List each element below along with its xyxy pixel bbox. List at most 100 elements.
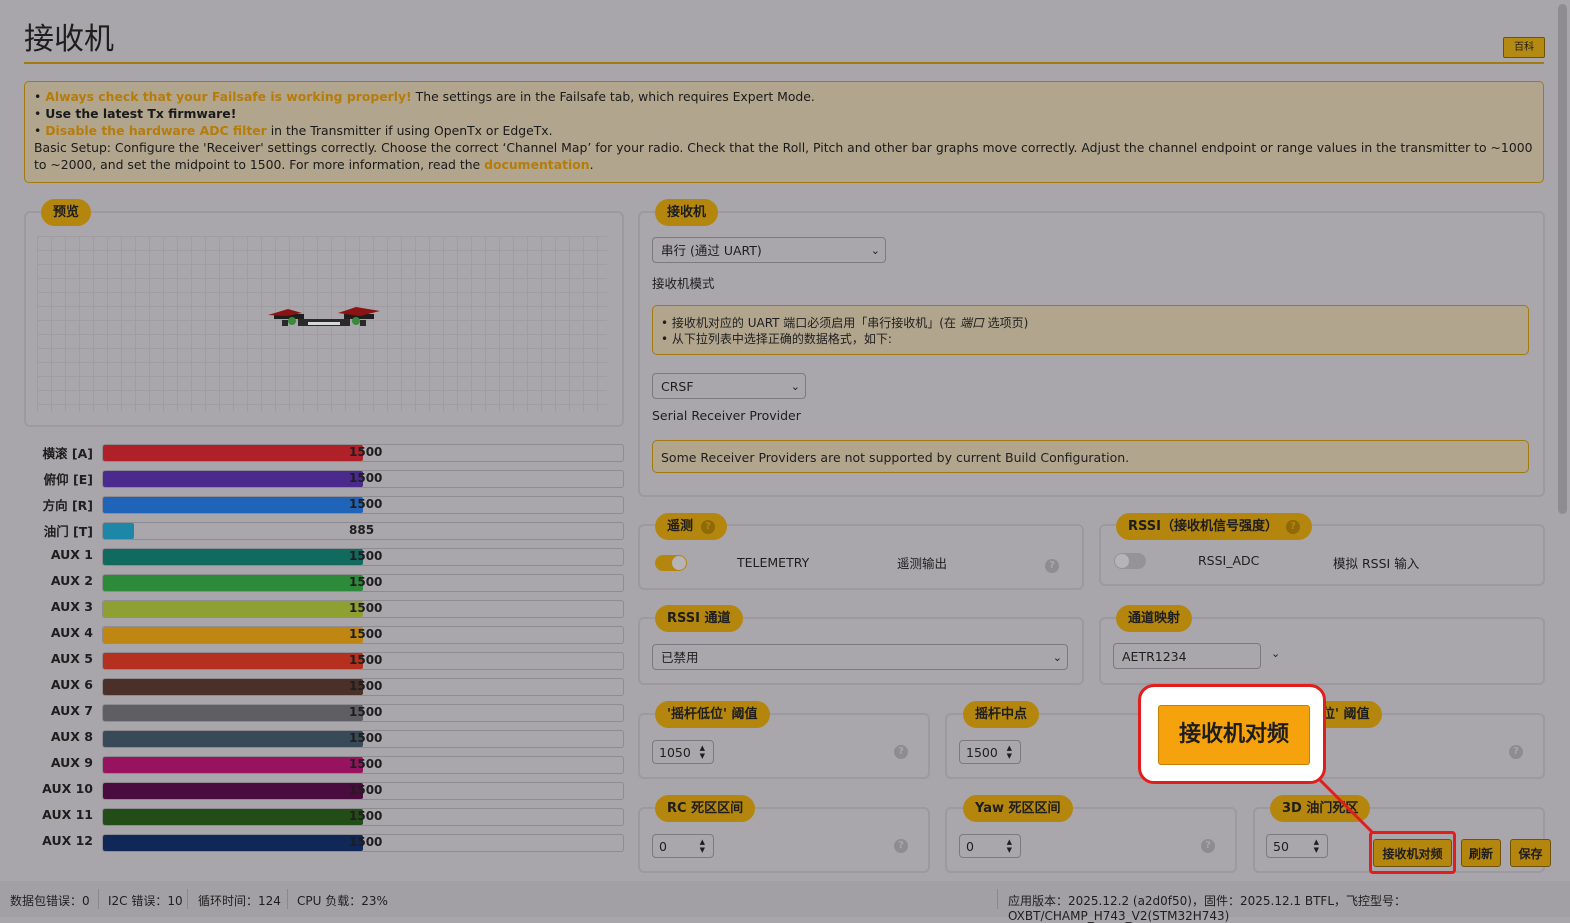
tx-firmware-note: Use the latest Tx firmware! [45,106,237,121]
channel-bar-fill [103,653,363,669]
title-divider [24,62,1544,64]
adc-filter-note: in the Transmitter if using OpenTx or Ed… [266,123,553,138]
help-icon[interactable]: ? [1201,839,1215,853]
chevron-down-icon: ⌄ [1052,651,1062,664]
uart-note-line1: • 接收机对应的 UART 端口必须启用「串行接收机」(在 [661,316,960,330]
rssi-channel-value: 已禁用 [661,650,699,665]
channel-value: 1500 [349,679,383,693]
receiver-mode-select[interactable]: 串行 (通过 UART) ⌄ [652,237,886,263]
channel-map-dropdown-icon[interactable]: ⌄ [1271,647,1280,660]
status-divider [187,889,188,909]
receiver-mode-value: 串行 (通过 UART) [661,243,762,258]
rssi-tag-label: RSSI（接收机信号强度） [1128,519,1278,534]
failsafe-warning: Always check that your Failsafe is worki… [45,89,412,104]
stick-center-input[interactable]: 1500 ▲ ▼ [959,740,1021,764]
uart-note-line2: • 从下拉列表中选择正确的数据格式，如下: [661,332,892,346]
toggle-knob [672,556,686,570]
stepper-arrows-icon[interactable]: ▲ ▼ [1007,838,1012,854]
i2c-error-status: I2C 错误：10 [108,894,183,908]
stick-low-input[interactable]: 1050 ▲ ▼ [652,740,714,764]
notice-tail: . [589,157,594,172]
channel-label: AUX 6 [50,677,93,692]
channel-bar-fill [103,679,363,695]
channel-label: AUX 3 [50,599,93,614]
channel-bar-fill [103,575,363,591]
stepper-arrows-icon[interactable]: ▲ ▼ [700,838,705,854]
bind-callout-button[interactable]: 接收机对频 [1158,705,1310,765]
channel-bar-fill [103,497,363,513]
stick-center-value: 1500 [966,745,998,760]
stepper-arrows-icon[interactable]: ▲ ▼ [700,744,705,760]
receiver-mode-label: 接收机模式 [652,276,715,291]
serial-provider-value: CRSF [661,379,694,394]
quadcopter-model [268,307,380,326]
failsafe-note: The settings are in the Failsafe tab, wh… [411,89,815,104]
yaw-deadband-input[interactable]: 0 ▲ ▼ [959,834,1021,858]
help-icon[interactable]: ? [1045,559,1059,573]
stepper-arrows-icon[interactable]: ▲ ▼ [1007,744,1012,760]
page-scrollbar[interactable] [1555,0,1570,880]
channel-value: 1500 [349,497,383,511]
serial-provider-label: Serial Receiver Provider [652,408,801,423]
channel-label: AUX 8 [50,729,93,744]
status-bar: 数据包错误：0 I2C 错误：10 循环时间：124 CPU 负载：23% 应用… [0,881,1570,923]
rssi-desc: 模拟 RSSI 输入 [1333,556,1420,571]
channel-value: 1500 [349,757,383,771]
channel-bar-fill [103,809,363,825]
channel-value: 1500 [349,731,383,745]
adc-filter-link[interactable]: Disable the hardware ADC filter [45,123,267,138]
info-notice: • Always check that your Failsafe is wor… [24,81,1544,183]
channel-label: AUX 10 [42,781,93,796]
rssi-channel-select[interactable]: 已禁用 ⌄ [652,644,1068,670]
chevron-down-icon: ⌄ [790,380,800,393]
rc-deadband-input[interactable]: 0 ▲ ▼ [652,834,714,858]
help-icon[interactable]: ? [701,520,716,534]
status-divider [98,889,99,909]
basic-setup-text: Basic Setup: Configure the 'Receiver' se… [34,140,1533,172]
preview-tag: 预览 [41,199,92,226]
help-icon[interactable]: ? [1286,520,1300,534]
channel-value: 1500 [349,653,383,667]
help-icon[interactable]: ? [1509,745,1523,759]
channel-map-tag: 通道映射 [1116,605,1193,632]
channel-bar-fill [103,835,363,851]
stick-low-tag: '摇杆低位' 阈值 [655,701,770,728]
status-divider [287,889,288,909]
telemetry-toggle[interactable] [655,555,687,571]
version-info: 应用版本：2025.12.2 (a2d0f50)，固件：2025.12.1 BT… [1008,894,1407,923]
channel-bar-fill [103,757,363,773]
channel-value: 885 [349,523,375,537]
telemetry-tag: 遥测? [655,513,728,540]
telemetry-desc: 遥测输出 [897,556,948,571]
channel-label: AUX 5 [50,651,93,666]
telemetry-tag-label: 遥测 [667,519,694,534]
save-button[interactable]: 保存 [1510,839,1551,867]
channel-label: 俯仰 [E] [43,472,93,487]
page-title: 接收机 [24,22,114,57]
status-divider [997,889,998,909]
channel-label: AUX 9 [50,755,93,770]
help-icon[interactable]: ? [894,839,908,853]
rssi-adc-toggle[interactable] [1114,553,1146,569]
throttle-deadband-value: 50 [1273,839,1289,854]
documentation-link[interactable]: documentation [484,157,589,172]
rc-deadband-value: 0 [659,839,667,854]
channel-bar-fill [103,549,363,565]
channel-value: 1500 [349,575,383,589]
cpu-load-status: CPU 负载：23% [297,894,388,908]
channel-map-input[interactable]: AETR1234 [1113,643,1261,669]
scrollbar-thumb[interactable] [1558,4,1567,514]
channel-value: 1500 [349,835,383,849]
channel-bar-fill [103,445,363,461]
help-icon[interactable]: ? [894,745,908,759]
wiki-button[interactable]: 百科 [1503,37,1545,58]
channel-value: 1500 [349,445,383,459]
telemetry-toggle-label: TELEMETRY [737,555,810,570]
stepper-arrows-icon[interactable]: ▲ ▼ [1314,838,1319,854]
refresh-button[interactable]: 刷新 [1461,839,1501,867]
packet-error-status: 数据包错误：0 [10,894,90,908]
stick-low-value: 1050 [659,745,691,760]
serial-provider-select[interactable]: CRSF ⌄ [652,373,806,399]
channel-value: 1500 [349,809,383,823]
channel-label: 横滚 [A] [42,446,93,461]
